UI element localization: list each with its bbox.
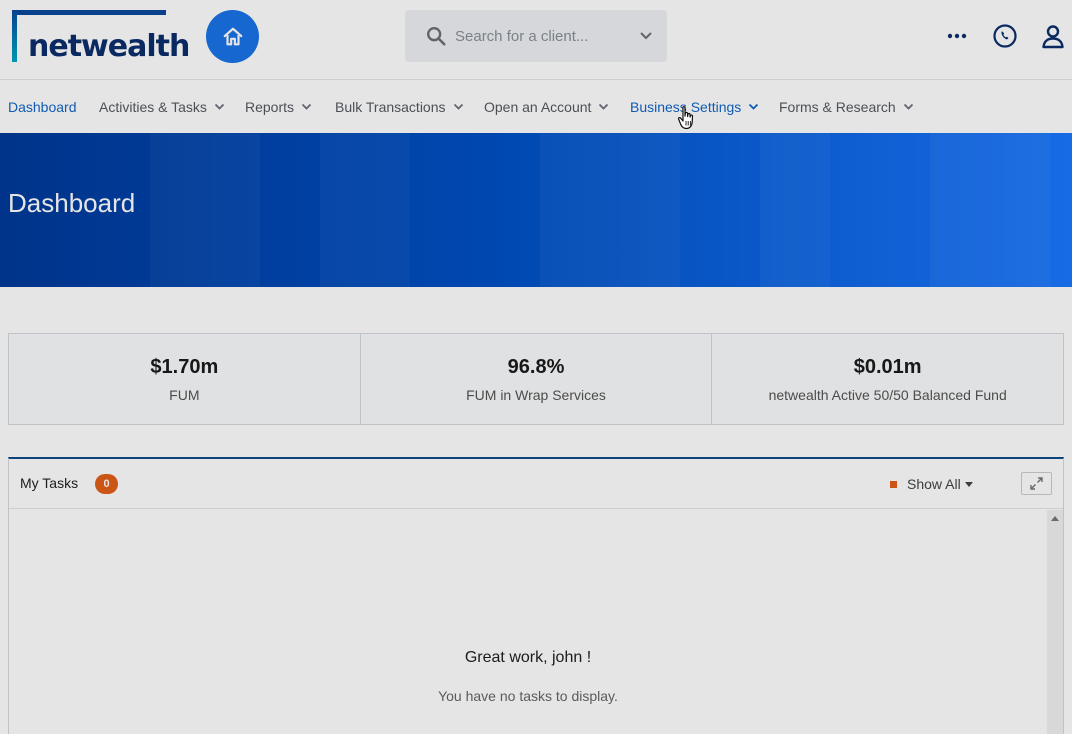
banner-stripe [320,133,410,287]
caret-down-icon [964,481,973,487]
nav-label: Bulk Transactions [335,99,446,115]
chevron-down-icon [599,103,609,110]
chevron-down-icon [749,103,759,110]
chevron-down-icon [903,103,913,110]
scroll-up-icon[interactable] [1051,516,1059,521]
empty-state-title: Great work, john ! [464,649,592,666]
nav-business-settings[interactable]: Business Settings [630,81,759,133]
banner-stripe [930,133,1050,287]
stat-label: netwealth Active 50/50 Balanced Fund [768,387,1007,403]
page-title: Dashboard [8,188,136,218]
stat-fum-wrap: 96.8% FUM in Wrap Services [361,334,713,424]
nav-label: Dashboard [8,99,77,115]
expand-icon [1030,477,1043,490]
tasks-scrollbar[interactable] [1047,510,1063,734]
stat-label: FUM in Wrap Services [466,387,606,403]
tasks-title: My Tasks [20,475,79,491]
nav-forms-research[interactable]: Forms & Research [779,81,914,133]
chevron-down-icon [214,103,225,110]
chevron-down-icon [453,103,463,110]
stat-value: $1.70m [150,356,219,378]
tasks-count-badge: 0 [95,474,118,494]
logo-bar-top [12,10,166,15]
expand-button[interactable] [1021,472,1052,495]
logo-bar-left [12,10,17,62]
nav-activities-tasks[interactable]: Activities & Tasks [99,81,225,133]
summary-stats: $1.70m FUM 96.8% FUM in Wrap Services $0… [8,333,1064,425]
tasks-header: My Tasks 0 Show All [9,459,1063,509]
chevron-down-icon[interactable] [638,28,654,44]
banner-stripe [540,133,680,287]
nav-label: Activities & Tasks [99,99,207,115]
filter-marker-icon [890,480,897,488]
stat-label: FUM [169,387,200,403]
user-icon[interactable] [1039,22,1067,50]
banner-stripe [150,133,260,287]
nav-open-an-account[interactable]: Open an Account [484,81,609,133]
nav-reports[interactable]: Reports [245,81,312,133]
nav-label: Business Settings [630,99,742,115]
stat-value: 96.8% [507,356,565,378]
home-button[interactable] [206,10,259,63]
filter-label: Show All [907,476,961,492]
banner-stripe [760,133,830,287]
netwealth-logo[interactable]: netwealth [12,10,190,64]
my-tasks-panel: My Tasks 0 Show All Great work, john ! Y… [8,457,1064,734]
nav-label: Open an Account [484,99,592,115]
main-nav: Dashboard Activities & Tasks Reports Bul… [0,81,1072,133]
stat-value: $0.01m [853,356,922,378]
search-input[interactable] [455,24,630,48]
show-all-filter[interactable]: Show All [890,474,973,494]
nav-dashboard[interactable]: Dashboard [8,81,77,133]
stat-fum: $1.70m FUM [9,334,361,424]
nav-bulk-transactions[interactable]: Bulk Transactions [335,81,464,133]
stat-balanced-fund: $0.01m netwealth Active 50/50 Balanced F… [712,334,1063,424]
chevron-down-icon [301,103,312,110]
top-header: netwealth [0,0,1072,80]
nav-label: Reports [245,99,295,115]
page-banner: Dashboard [0,133,1072,287]
logo-text: netwealth [28,29,190,64]
search-icon [427,27,446,46]
nav-label: Forms & Research [779,99,896,115]
home-icon [223,27,242,45]
phone-icon[interactable] [991,22,1019,50]
more-icon[interactable] [943,22,971,50]
client-search[interactable] [405,10,667,62]
empty-state-subtitle: You have no tasks to display. [438,688,618,704]
